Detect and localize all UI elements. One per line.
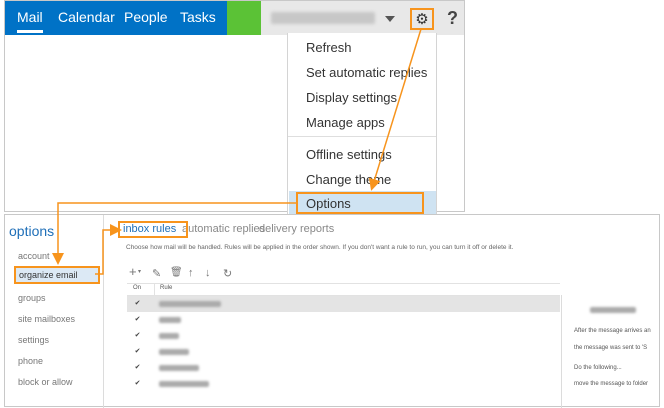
menu-item-automatic-replies[interactable]: Set automatic replies (306, 65, 427, 80)
sidebar-item-groups[interactable]: groups (18, 293, 46, 303)
menu-item-display-settings[interactable]: Display settings (306, 90, 397, 105)
rules-grid-header: On Rule (127, 283, 560, 296)
detail-action-label: Do the following... (574, 365, 622, 371)
inbox-rules-callout-box (118, 221, 188, 238)
table-row[interactable]: ✔ (127, 312, 560, 328)
rule-name-blurred (159, 349, 189, 355)
detail-divider (561, 295, 562, 408)
chevron-down-icon[interactable] (385, 16, 395, 22)
menu-item-manage-apps[interactable]: Manage apps (306, 115, 385, 130)
table-row[interactable]: ✔ (127, 376, 560, 392)
gear-icon[interactable]: ⚙ (410, 8, 434, 30)
rule-enabled-checkbox[interactable]: ✔ (134, 332, 141, 339)
column-divider (154, 284, 155, 295)
rule-enabled-checkbox[interactable]: ✔ (134, 364, 141, 371)
edit-icon[interactable]: ✎ (152, 267, 161, 280)
rule-enabled-checkbox[interactable]: ✔ (134, 380, 141, 387)
sidebar-item-organize-email[interactable]: organize email (14, 266, 100, 284)
tab-automatic-replies[interactable]: automatic replies (182, 223, 265, 235)
nav-mail[interactable]: Mail (17, 9, 43, 33)
refresh-icon[interactable]: ↻ (223, 267, 232, 280)
column-rule: Rule (160, 285, 173, 291)
sidebar-item-phone[interactable]: phone (18, 356, 43, 366)
options-callout-box (296, 192, 424, 214)
table-row[interactable]: ✔ (127, 344, 560, 360)
sidebar-item-settings[interactable]: settings (18, 335, 49, 345)
table-row[interactable]: ✔ (127, 296, 560, 312)
sidebar-item-account[interactable]: account (18, 251, 50, 261)
table-row[interactable]: ✔ (127, 360, 560, 376)
menu-item-change-theme[interactable]: Change theme (306, 172, 391, 187)
nav-tasks[interactable]: Tasks (180, 9, 216, 25)
rule-enabled-checkbox[interactable]: ✔ (134, 316, 141, 323)
nav-bar: Mail Calendar People Tasks ⚙ ? (5, 1, 464, 35)
rule-name-blurred (159, 381, 209, 387)
sidebar-item-block-or-allow[interactable]: block or allow (18, 377, 73, 387)
menu-item-offline-settings[interactable]: Offline settings (306, 147, 392, 162)
user-name-blurred[interactable] (271, 12, 375, 24)
rule-name-blurred (159, 365, 199, 371)
tab-delivery-reports[interactable]: delivery reports (259, 223, 334, 235)
rule-name-blurred (159, 301, 221, 307)
options-window: options account organize email groups si… (4, 214, 660, 408)
delete-icon[interactable]: 🗑 (170, 267, 183, 278)
nav-calendar[interactable]: Calendar (58, 9, 115, 25)
nav-people[interactable]: People (124, 9, 168, 25)
add-dropdown-icon[interactable]: ▾ (138, 268, 141, 275)
rules-description: Choose how mail will be handled. Rules w… (126, 244, 514, 251)
sidebar-item-site-mailboxes[interactable]: site mailboxes (18, 314, 75, 324)
rule-enabled-checkbox[interactable]: ✔ (134, 348, 141, 355)
column-on: On (133, 285, 142, 291)
move-up-icon[interactable]: ↑ (188, 267, 194, 279)
help-icon[interactable]: ? (447, 8, 458, 29)
detail-rule-name-blurred (590, 307, 636, 313)
user-area: ⚙ ? (261, 1, 464, 35)
rule-name-blurred (159, 333, 179, 339)
table-row[interactable]: ✔ (127, 328, 560, 344)
settings-dropdown-menu: Refresh Set automatic replies Display se… (287, 33, 437, 215)
detail-condition-value: the message was sent to 'S (574, 345, 648, 351)
rule-enabled-checkbox[interactable]: ✔ (134, 300, 141, 307)
menu-divider (288, 136, 436, 137)
add-icon[interactable]: + (129, 264, 137, 279)
options-title: options (9, 223, 55, 239)
rule-name-blurred (159, 317, 181, 323)
detail-condition-label: After the message arrives an (574, 328, 651, 334)
menu-item-refresh[interactable]: Refresh (306, 40, 352, 55)
move-down-icon[interactable]: ↓ (205, 267, 211, 279)
notification-block (227, 1, 261, 35)
detail-action-value: move the message to folder (574, 381, 649, 387)
sidebar-divider (103, 215, 104, 408)
